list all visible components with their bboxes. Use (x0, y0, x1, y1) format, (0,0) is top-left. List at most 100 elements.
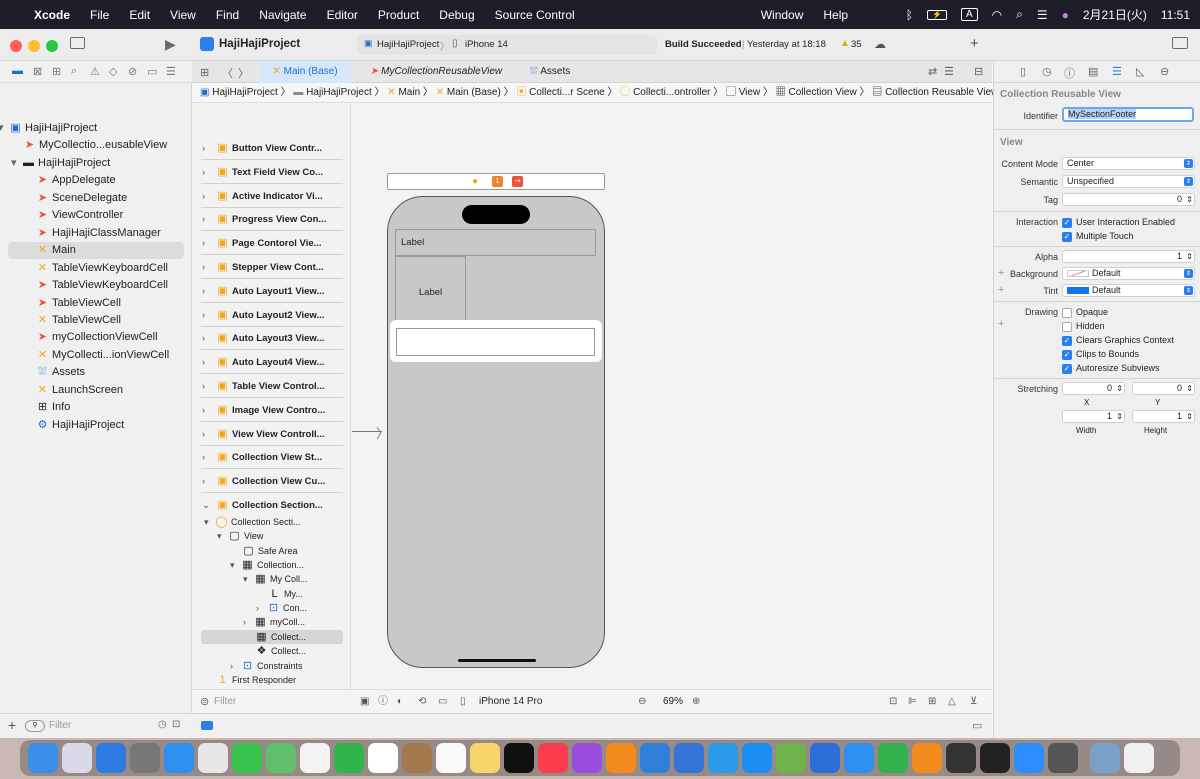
navigator-item[interactable]: ✕ Main (8, 242, 184, 260)
scene-row[interactable]: › ▣ Active Indicator Vi... (193, 186, 350, 207)
documents-stack-icon[interactable] (1124, 743, 1154, 773)
project-navigator-icon[interactable]: ▬ (12, 65, 23, 77)
zoom-level[interactable]: 69% (663, 690, 683, 714)
size-class-icon[interactable]: ▭ (438, 690, 447, 714)
control-center-icon[interactable]: ☰ (1037, 8, 1048, 22)
disclosure-icon[interactable]: › (202, 377, 216, 397)
scene-row[interactable]: › ▣ Collection View St... (193, 447, 350, 468)
scene-row[interactable]: › ▣ View View Controll... (193, 424, 350, 444)
menu-window[interactable]: Window (761, 8, 804, 22)
disclosure-icon[interactable]: › (202, 353, 216, 373)
clips-to-bounds-checkbox[interactable]: ✓ Clips to Bounds (1062, 348, 1139, 360)
outline-tree-item[interactable]: › ⊡ Con... (193, 601, 350, 615)
navigator-filter-input[interactable]: Filter (49, 720, 71, 731)
stepper-icon[interactable]: ⇕ (1186, 383, 1193, 394)
stretch-height-field[interactable]: 1 ⇕ (1132, 410, 1195, 423)
stepper-icon[interactable]: ⇕ (1186, 411, 1193, 422)
navigator-item[interactable]: ✕ MyCollecti...ionViewCell (0, 347, 192, 364)
calculator-icon[interactable] (1048, 743, 1078, 773)
history-inspector-icon[interactable]: ◷ (1042, 65, 1052, 78)
scene-row[interactable]: › ▣ Progress View Con... (193, 209, 350, 229)
jump-item[interactable]: Collecti...ontroller (633, 87, 710, 98)
update-frames-icon[interactable]: ⊡ (889, 690, 897, 714)
messages-icon[interactable] (232, 743, 262, 773)
accessibility-icon[interactable]: ⓘ (378, 690, 388, 714)
help-inspector-icon[interactable]: ⓘ (1064, 65, 1075, 81)
file-inspector-icon[interactable]: ▯ (1020, 65, 1026, 78)
add-constraints-icon[interactable]: ⊞ (928, 690, 936, 714)
navigator-item[interactable]: ➤ AppDelegate (0, 172, 192, 189)
related-items-icon[interactable]: ⇄ (928, 65, 937, 78)
tint-select[interactable]: Default ⇕ (1062, 284, 1195, 297)
navigator-item[interactable]: ➤ myCollectionViewCell (0, 329, 192, 346)
back-icon[interactable]: 〈 (222, 65, 233, 81)
input-source-icon[interactable]: A (960, 8, 978, 21)
app-store-connect-icon[interactable] (708, 743, 738, 773)
warning-icon[interactable]: ▲ (840, 38, 850, 49)
navigator-item[interactable]: ⛆ Assets (0, 364, 192, 381)
cloud-icon[interactable]: ☁ (874, 37, 886, 51)
disclosure-icon[interactable]: › (202, 258, 216, 278)
downloads-stack-icon[interactable] (1090, 743, 1120, 773)
jump-item[interactable]: HajiHajiProject (212, 87, 278, 98)
scm-filter-icon[interactable]: ⊡ (172, 719, 180, 730)
disclosure-icon[interactable]: › (202, 234, 216, 254)
jump-item[interactable]: View (739, 87, 761, 98)
menu-edit[interactable]: Edit (129, 8, 150, 22)
outline-tree-item[interactable]: ▢ Safe Area (193, 544, 350, 558)
run-button[interactable]: ▶ (165, 36, 176, 53)
music-icon[interactable] (538, 743, 568, 773)
pages-icon[interactable] (912, 743, 942, 773)
close-window-button[interactable] (10, 40, 22, 52)
calendar-icon[interactable] (368, 743, 398, 773)
debug-navigator-icon[interactable]: ⊘ (128, 65, 137, 78)
jump-item[interactable]: Main (Base) (447, 87, 501, 98)
hidden-checkbox[interactable]: Hidden (1062, 320, 1105, 332)
contacts-icon[interactable] (402, 743, 432, 773)
maps-icon[interactable] (266, 743, 296, 773)
system-settings-icon[interactable] (130, 743, 160, 773)
disclosure-icon[interactable]: ▾ (217, 529, 228, 543)
tab-main-base[interactable]: ✕ Main (Base) (260, 61, 350, 83)
stretch-y-field[interactable]: 0 ⇕ (1132, 382, 1195, 395)
menubar-time[interactable]: 11:51 (1161, 8, 1190, 22)
menu-editor[interactable]: Editor (327, 8, 358, 22)
scene-row[interactable]: › ▣ Auto Layout4 View... (193, 352, 350, 373)
navigator-item[interactable]: ▾ ▣ HajiHajiProject (0, 120, 192, 137)
outline-tree-item[interactable]: › ▦ myColl... (193, 615, 350, 629)
menu-find[interactable]: Find (216, 8, 239, 22)
add-file-button[interactable]: + (8, 717, 16, 733)
attributes-inspector-icon[interactable]: ☰ (1112, 65, 1122, 78)
disclosure-icon[interactable]: ▾ (0, 120, 9, 137)
minimize-window-button[interactable] (28, 40, 40, 52)
stretch-x-field[interactable]: 0 ⇕ (1062, 382, 1125, 395)
scene-row[interactable]: › ▣ Text Field View Co... (193, 162, 350, 182)
navigator-item[interactable]: ✕ TableViewCell (0, 312, 192, 329)
finder-icon[interactable] (28, 743, 58, 773)
header-label[interactable]: Label (395, 229, 596, 256)
simulator-icon[interactable] (674, 743, 704, 773)
wifi-icon[interactable]: ◠ (992, 8, 1002, 22)
grid-menu-icon[interactable]: ⊞ (200, 66, 209, 79)
disclosure-icon[interactable]: › (202, 187, 216, 207)
recent-files-icon[interactable]: ◷ (158, 719, 167, 730)
disclosure-icon[interactable]: › (202, 401, 216, 421)
warning-count[interactable]: 35 (851, 39, 862, 50)
navigator-item[interactable]: ⊞ Info (0, 399, 192, 416)
navigator-item[interactable]: ➤ MyCollectio...eusableView (0, 137, 192, 154)
multiple-touch-checkbox[interactable]: ✓ Multiple Touch (1062, 230, 1133, 242)
disclosure-icon[interactable]: › (202, 282, 216, 302)
navigator-item[interactable]: ▾ ▬ HajiHajiProject (0, 155, 192, 172)
navigator-item[interactable]: ➤ HajiHajiClassManager (0, 225, 192, 242)
stepper-icon[interactable]: ⇕ (1116, 411, 1123, 422)
forward-icon[interactable]: 〉 (238, 65, 249, 81)
menu-help[interactable]: Help (823, 8, 848, 22)
autoresize-checkbox[interactable]: ✓ Autoresize Subviews (1062, 362, 1160, 374)
add-variation-icon[interactable]: + (998, 318, 1004, 330)
navigator-item[interactable]: ✕ LaunchScreen (0, 382, 192, 399)
disclosure-icon[interactable]: › (202, 448, 216, 468)
xcode-dock-icon[interactable] (640, 743, 670, 773)
orientation-icon[interactable]: ⟲ (418, 690, 426, 714)
view-controller-icon[interactable]: ● (472, 176, 478, 187)
identity-inspector-icon[interactable]: ▤ (1088, 65, 1098, 78)
